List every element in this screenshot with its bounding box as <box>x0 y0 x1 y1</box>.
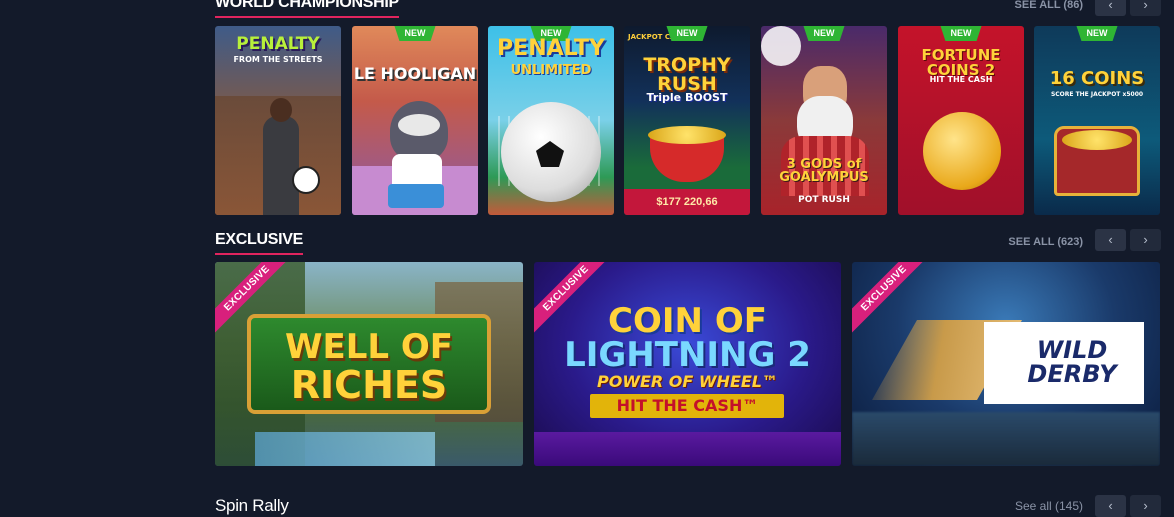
game-title: 3 GODS of GOALYMPUS <box>779 157 869 185</box>
carousel-prev-button[interactable]: ‹ <box>1095 0 1126 16</box>
section-title-exclusive: EXCLUSIVE <box>215 231 303 255</box>
game-title: TROPHY RUSH <box>643 54 731 95</box>
game-subtitle: POT RUSH <box>798 195 850 205</box>
game-title-line4: HIT THE CASH™ <box>616 396 759 415</box>
see-all-world-link[interactable]: SEE ALL (86) <box>1015 0 1083 11</box>
carousel-next-button[interactable]: › <box>1130 229 1161 251</box>
see-all-spin-rally-link[interactable]: See all (145) <box>1015 499 1083 513</box>
game-title-line1: COIN OF <box>608 301 767 341</box>
game-subtitle: SCORE THE JACKPOT x5000 <box>1050 91 1144 98</box>
game-title-line3: POWER OF WHEEL™ <box>597 372 778 391</box>
game-tile-coin-of-lightning-2[interactable]: EXCLUSIVE COIN OF LIGHTNING 2 POWER OF W… <box>534 262 841 466</box>
game-title: PENALTY <box>497 36 605 61</box>
game-tile-wild-derby[interactable]: EXCLUSIVE WILD DERBY <box>852 262 1160 466</box>
spin-rally-header: Spin Rally See all (145) ‹ › <box>215 495 1161 517</box>
see-all-exclusive-link[interactable]: SEE ALL (623) <box>1008 236 1083 248</box>
section-title-spin-rally: Spin Rally <box>215 496 289 515</box>
new-badge: NEW <box>803 26 845 41</box>
carousel-next-button[interactable]: › <box>1130 0 1161 16</box>
world-championship-header: WORLD CHAMPIONSHIP SEE ALL (86) ‹ › <box>215 0 1161 20</box>
new-badge: NEW <box>1076 26 1118 41</box>
game-tile-le-hooligan[interactable]: NEW LE HOOLIGAN <box>352 26 478 215</box>
game-tile-well-of-riches[interactable]: EXCLUSIVE WELL OF RICHES <box>215 262 523 466</box>
game-tile-fortune-coins-2[interactable]: NEW FORTUNE COINS 2 HIT THE CASH <box>898 26 1024 215</box>
game-subtitle: FROM THE STREETS <box>233 55 323 64</box>
game-title: 16 COINS <box>1049 68 1145 89</box>
game-title-line1: WELL OF <box>284 327 454 367</box>
new-badge: NEW <box>666 26 708 41</box>
game-title: PENALTY <box>236 34 320 54</box>
game-tile-3-gods-goalympus[interactable]: NEW 3 GODS of GOALYMPUS POT RUSH <box>761 26 887 215</box>
game-title: LE HOOLIGAN <box>353 64 477 83</box>
game-tile-penalty-streets[interactable]: PENALTY FROM THE STREETS <box>215 26 341 215</box>
section-title-world: WORLD CHAMPIONSHIP <box>215 0 399 18</box>
game-tile-penalty-unlimited[interactable]: NEW PENALTY UNLIMITED <box>488 26 614 215</box>
game-title-line1: WILD <box>1036 336 1108 364</box>
carousel-next-button[interactable]: › <box>1130 495 1161 517</box>
game-subtitle: Triple BOOST <box>646 91 728 104</box>
game-tile-16-coins[interactable]: NEW 16 COINS SCORE THE JACKPOT x5000 <box>1034 26 1160 215</box>
game-tile-trophy-rush[interactable]: JACKPOT CARDS NEW TROPHY RUSH Triple BOO… <box>624 26 750 215</box>
exclusive-header: EXCLUSIVE SEE ALL (623) ‹ › <box>215 229 1161 257</box>
jackpot-amount: $177 220,66 <box>624 189 750 215</box>
new-badge: NEW <box>394 26 436 41</box>
game-title-line2: RICHES <box>290 363 448 407</box>
game-title-line2: LIGHTNING 2 <box>564 335 811 375</box>
new-badge: NEW <box>940 26 982 41</box>
game-subtitle: HIT THE CASH <box>929 75 993 84</box>
carousel-prev-button[interactable]: ‹ <box>1095 229 1126 251</box>
game-title-line2: DERBY <box>1027 360 1117 388</box>
carousel-prev-button[interactable]: ‹ <box>1095 495 1126 517</box>
game-subtitle: UNLIMITED <box>510 63 592 78</box>
game-title: FORTUNE COINS 2 <box>921 46 1001 79</box>
